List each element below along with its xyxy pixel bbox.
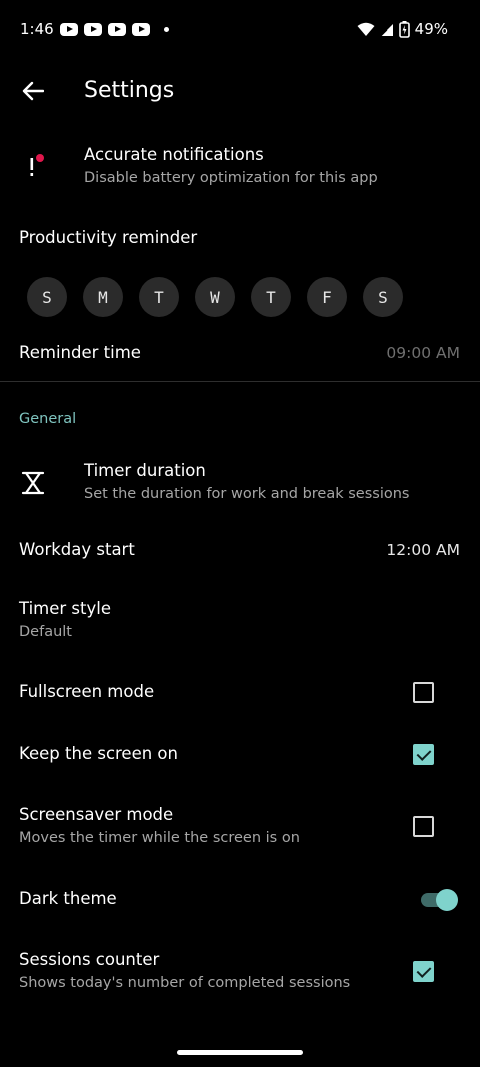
timer-duration-title: Timer duration [84, 461, 206, 480]
exclamation-alert-icon [18, 150, 48, 180]
divider [0, 381, 480, 382]
reminder-time-row[interactable]: Reminder time 09:00 AM [0, 334, 480, 374]
dark-theme-title: Dark theme [19, 889, 117, 908]
keep-screen-on-checkbox[interactable] [413, 744, 434, 765]
timer-style-title: Timer style [19, 599, 111, 618]
keep-screen-on-title: Keep the screen on [19, 744, 178, 763]
day-toggle-tuesday[interactable]: T [139, 277, 179, 317]
reminder-days: S M T W T F S [27, 277, 403, 317]
wifi-icon [357, 22, 375, 36]
day-toggle-monday[interactable]: M [83, 277, 123, 317]
status-bar: 1:46 49% [0, 0, 480, 60]
workday-start-row[interactable]: Workday start 12:00 AM [0, 530, 480, 572]
battery-percent: 49% [414, 20, 448, 38]
toggle-thumb [436, 889, 458, 911]
productivity-reminder-row: Productivity reminder [0, 226, 480, 254]
day-toggle-sunday[interactable]: S [27, 277, 67, 317]
productivity-reminder-title: Productivity reminder [19, 228, 198, 247]
fullscreen-mode-checkbox[interactable] [413, 682, 434, 703]
youtube-icon [108, 23, 126, 36]
youtube-icon [84, 23, 102, 36]
fullscreen-mode-row[interactable]: Fullscreen mode [0, 672, 480, 714]
signal-icon [380, 23, 393, 36]
accurate-notifications-subtitle: Disable battery optimization for this ap… [84, 169, 378, 186]
dark-theme-row[interactable]: Dark theme [0, 879, 480, 921]
section-header-general: General [19, 411, 77, 427]
screensaver-mode-checkbox[interactable] [413, 816, 434, 837]
sessions-counter-checkbox[interactable] [413, 961, 434, 982]
back-button[interactable] [14, 72, 52, 110]
dark-theme-toggle[interactable] [421, 889, 458, 911]
fullscreen-mode-title: Fullscreen mode [19, 682, 155, 701]
keep-screen-on-row[interactable]: Keep the screen on [0, 734, 480, 776]
timer-style-subtitle: Default [19, 623, 72, 640]
day-toggle-saturday[interactable]: S [363, 277, 403, 317]
timer-duration-subtitle: Set the duration for work and break sess… [84, 485, 410, 502]
battery-icon [398, 20, 410, 38]
timer-duration-row[interactable]: Timer duration Set the duration for work… [0, 454, 480, 518]
app-bar: Settings [0, 60, 480, 124]
system-icons: 49% [357, 20, 448, 38]
screensaver-mode-subtitle: Moves the timer while the screen is on [19, 829, 300, 846]
youtube-icon [132, 23, 150, 36]
next-row-cutoff [19, 1034, 199, 1042]
day-toggle-friday[interactable]: F [307, 277, 347, 317]
sessions-counter-row[interactable]: Sessions counter Shows today's number of… [0, 944, 480, 1000]
workday-start-title: Workday start [19, 540, 135, 559]
screensaver-mode-title: Screensaver mode [19, 805, 174, 824]
youtube-icon [60, 23, 78, 36]
reminder-time-title: Reminder time [19, 343, 141, 362]
page-title: Settings [84, 78, 175, 103]
day-toggle-wednesday[interactable]: W [195, 277, 235, 317]
screensaver-mode-row[interactable]: Screensaver mode Moves the timer while t… [0, 799, 480, 855]
day-toggle-thursday[interactable]: T [251, 277, 291, 317]
hourglass-icon [18, 468, 48, 498]
notification-icons [60, 23, 169, 36]
arrow-back-icon [22, 81, 44, 101]
gesture-nav-handle[interactable] [177, 1050, 303, 1055]
reminder-time-value: 09:00 AM [386, 344, 460, 362]
sessions-counter-title: Sessions counter [19, 950, 160, 969]
timer-style-row[interactable]: Timer style Default [0, 592, 480, 648]
status-time: 1:46 [20, 20, 54, 38]
dot-icon [164, 27, 169, 32]
accurate-notifications-title: Accurate notifications [84, 145, 264, 164]
workday-start-value: 12:00 AM [386, 541, 460, 559]
accurate-notifications-row[interactable]: Accurate notifications Disable battery o… [0, 138, 480, 202]
sessions-counter-subtitle: Shows today's number of completed sessio… [19, 974, 351, 991]
